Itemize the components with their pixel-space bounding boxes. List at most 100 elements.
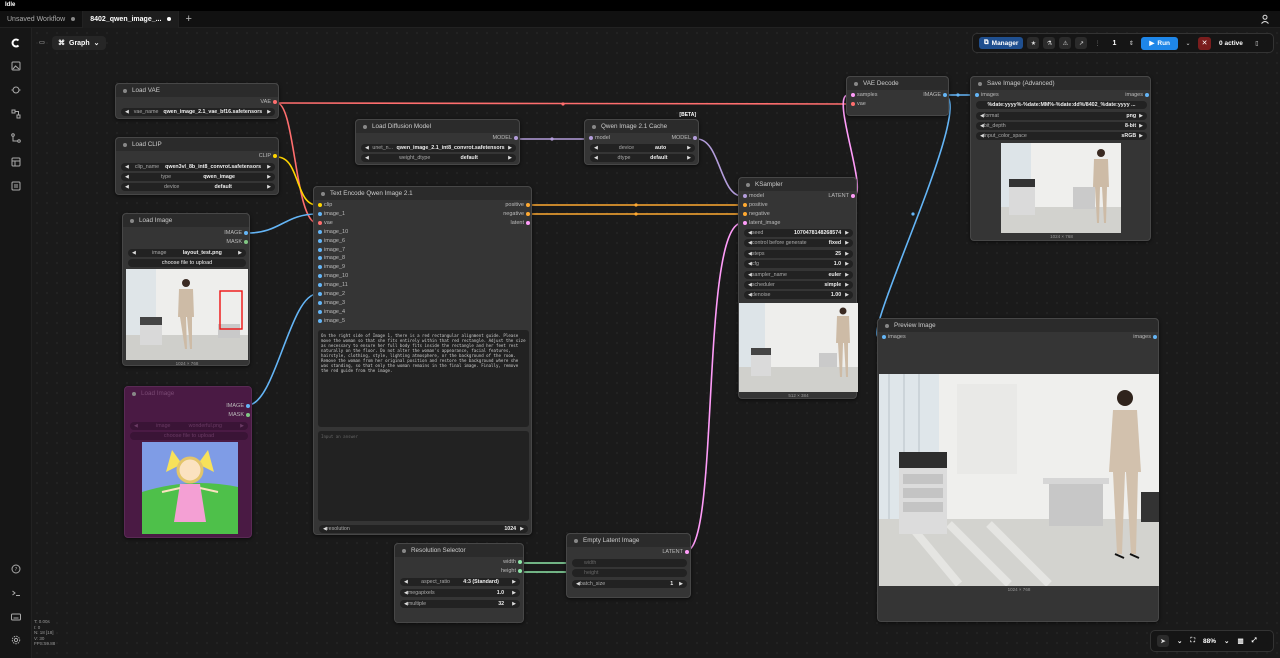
zoom-level[interactable]: 88% [1203, 638, 1216, 645]
widget-cfg[interactable]: ◀ cfg 1.0 ▶ [744, 260, 853, 269]
queue-icon[interactable] [11, 181, 21, 191]
node-ksampler[interactable]: KSampler LATENT model positive negative … [738, 177, 858, 399]
input-vae[interactable]: vae [851, 101, 866, 107]
minimap-icon[interactable]: ▥ [1237, 637, 1243, 645]
widget-filename-prefix[interactable]: %date:yyyy%-%date:MM%-%date:dd%/8402_%da… [976, 101, 1147, 109]
output-positive[interactable]: positive [470, 202, 530, 208]
warning-icon[interactable]: ⚠ [1059, 37, 1072, 49]
keyboard-icon[interactable] [11, 612, 21, 622]
batch-count-value[interactable]: 1 [1107, 40, 1121, 47]
tab-unsaved-workflow[interactable]: Unsaved Workflow [0, 10, 84, 28]
new-tab-plus-icon[interactable]: + [179, 13, 197, 25]
input-clip[interactable]: clip [318, 202, 332, 208]
widget-width-linked[interactable]: width [572, 559, 687, 567]
widget-type[interactable]: ◀ type qwen_image ▶ [121, 173, 275, 181]
input-image-3[interactable]: image_3 [318, 300, 345, 306]
active-queue-count[interactable]: 0 active [1215, 40, 1247, 47]
widget-batch-size[interactable]: ◀ batch_size 1 ▶ [572, 580, 687, 588]
input-latent-image[interactable]: latent_image [743, 220, 781, 226]
widget-sampler-name[interactable]: ◀ sampler_name euler ▶ [744, 270, 853, 279]
cancel-run-button[interactable]: ✕ [1198, 36, 1212, 50]
widget-megapixels[interactable]: ◀ megapixels 1.0 ▶ [400, 589, 520, 597]
user-icon[interactable] [1260, 14, 1270, 24]
output-images[interactable]: images [1107, 334, 1157, 340]
output-image[interactable]: IMAGE [897, 92, 947, 98]
run-options-chevron-icon[interactable]: ⌄ [1182, 37, 1194, 49]
input-image-11[interactable]: image_11 [318, 282, 348, 288]
chevron-down-icon[interactable]: ⌄ [1177, 637, 1182, 645]
upload-button[interactable]: choose file to upload [130, 432, 248, 440]
input-image-6[interactable]: image_6 [318, 238, 345, 244]
widget-weight-dtype[interactable]: ◀ weight_dtype default ▶ [361, 154, 516, 162]
fit-view-icon[interactable]: ⛶ [1190, 637, 1195, 645]
star-icon[interactable]: ★ [1027, 37, 1040, 49]
widget-seed[interactable]: ◀ seed 1070478148268574 ▶ [744, 229, 853, 237]
widget-vae-name[interactable]: ◀ vae_name qwen_image_2.1_vae_bf16.safeten… [121, 108, 275, 116]
input-image-7[interactable]: image_7 [318, 247, 345, 253]
widget-height-linked[interactable]: height [572, 569, 687, 577]
output-model[interactable]: MODEL [438, 135, 518, 141]
side-panel-icon[interactable]: ▯ [1251, 37, 1263, 49]
widget-device[interactable]: ◀ device default ▶ [121, 183, 275, 191]
widget-image[interactable]: ◀ image wonderful.png ▶ [130, 422, 248, 430]
flask-icon[interactable]: ⚗ [1043, 37, 1056, 49]
output-images[interactable]: images [1099, 92, 1149, 98]
nodes-library-icon[interactable] [11, 109, 21, 119]
widget-control-before-generate[interactable]: ◀ control before generate fixed ▶ [744, 239, 853, 248]
tab-active-workflow[interactable]: 8402_qwen_image_... [83, 10, 180, 28]
node-load-diffusion-model[interactable]: Load Diffusion Model MODEL ◀ unet_n... qwe… [355, 119, 520, 165]
run-button[interactable]: ▶ Run [1141, 36, 1179, 50]
link-visibility-icon[interactable]: ⤢ [1252, 637, 1257, 645]
widget-clip-name[interactable]: ◀ clip_name qwen3vl_8b_int8_convrot.safete… [121, 163, 275, 171]
input-images[interactable]: images [975, 92, 999, 98]
output-model[interactable]: MODEL [647, 135, 697, 141]
widget-denoise[interactable]: ◀ denoise 1.00 ▶ [744, 291, 853, 300]
settings-gear-icon[interactable] [11, 635, 21, 645]
input-image-1[interactable]: image_1 [318, 211, 345, 217]
output-latent[interactable]: LATENT [639, 549, 689, 555]
graph-mode-button[interactable]: ⌘ Graph ⌄ [52, 36, 106, 50]
manager-button[interactable]: ⧉ Manager [979, 37, 1024, 49]
input-model[interactable]: model [743, 193, 764, 199]
node-text-encode[interactable]: Text Encode Qwen Image 2.1 clip image_1 va… [313, 186, 532, 535]
output-latent[interactable]: latent [470, 220, 530, 226]
node-vae-decode[interactable]: VAE Decode samples vae IMAGE [846, 76, 949, 116]
node-qwen-cache[interactable]: Qwen Image 2.1 Cache [BETA] model MODEL … [584, 112, 699, 165]
output-clip[interactable]: CLIP [197, 153, 277, 159]
node-resolution-selector[interactable]: Resolution Selector width height ◀ aspect… [394, 543, 524, 623]
output-image[interactable]: IMAGE [188, 230, 248, 236]
input-image-10[interactable]: image_10 [318, 229, 348, 235]
widget-steps[interactable]: ◀ steps 25 ▶ [744, 249, 853, 258]
node-load-clip[interactable]: Load CLIP CLIP ◀ clip_name qwen3vl_8b_int8… [115, 137, 279, 195]
images-icon[interactable] [11, 61, 21, 71]
widget-input-color-space[interactable]: ◀ input_color_space sRGB ▶ [976, 132, 1147, 140]
output-latent[interactable]: LATENT [805, 193, 855, 199]
widget-scheduler[interactable]: ◀ scheduler simple ▶ [744, 281, 853, 289]
help-icon[interactable]: ? [11, 564, 21, 574]
drag-handle-icon[interactable]: ⋮ [1091, 37, 1103, 49]
node-empty-latent-image[interactable]: Empty Latent Image LATENT width height ◀… [566, 533, 691, 598]
output-image[interactable]: IMAGE [190, 403, 250, 409]
input-samples[interactable]: samples [851, 92, 877, 98]
node-preview-image[interactable]: Preview Image images images 1024 × 768 [877, 318, 1159, 622]
comfy-logo-icon[interactable] [11, 38, 21, 48]
node-load-image[interactable]: Load Image IMAGE MASK ◀ image layout_test.… [122, 213, 250, 366]
input-positive[interactable]: positive [743, 202, 768, 208]
panel-toggle-icon[interactable]: ▭ [36, 36, 48, 48]
input-image-4[interactable]: image_4 [318, 309, 345, 315]
node-load-image-bypassed[interactable]: Load Image IMAGE MASK ◀ image wonderful.pn… [124, 386, 252, 538]
models-icon[interactable] [11, 85, 21, 95]
output-negative[interactable]: negative [470, 211, 530, 217]
input-model[interactable]: model [589, 135, 610, 141]
prompt-textarea[interactable]: On the right side of Image 1, there is a… [318, 330, 529, 427]
share-icon[interactable]: ↗ [1075, 37, 1088, 49]
widget-image[interactable]: ◀ image layout_test.png ▶ [128, 249, 246, 257]
upload-button[interactable]: choose file to upload [128, 259, 246, 267]
templates-icon[interactable] [11, 157, 21, 167]
chevron-down-icon[interactable]: ⌄ [1224, 637, 1229, 645]
input-images[interactable]: images [882, 334, 906, 340]
widget-device[interactable]: ◀ device auto ▶ [590, 144, 695, 152]
widget-unet-name[interactable]: ◀ unet_n... qwen_image_2.1_int8_convrot.sa… [361, 144, 516, 152]
input-image-5[interactable]: image_5 [318, 318, 345, 324]
output-vae[interactable]: VAE [197, 99, 277, 105]
